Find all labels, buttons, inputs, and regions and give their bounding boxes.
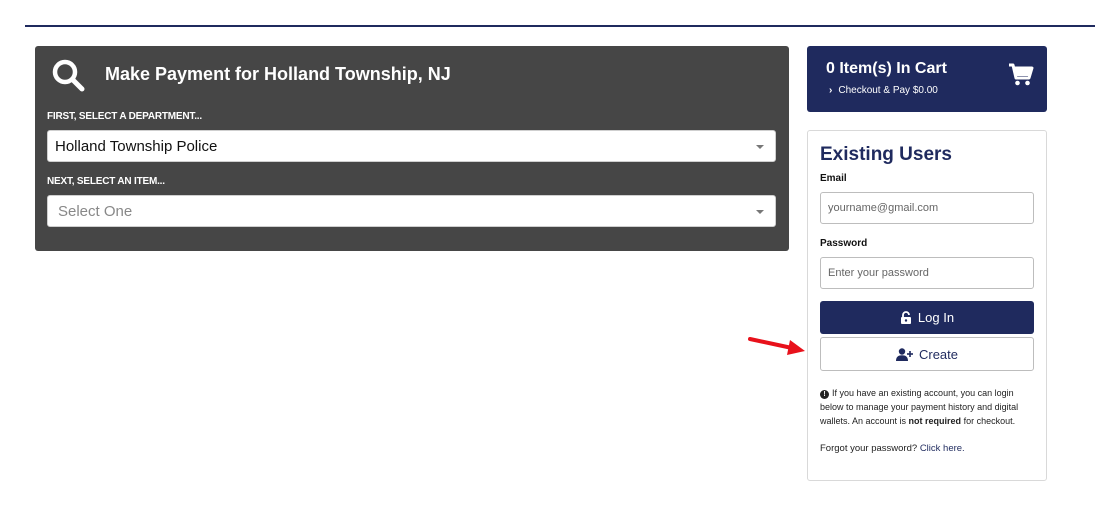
cart-icon[interactable] [1008,63,1034,87]
existing-users-title: Existing Users [820,144,952,165]
department-select-value: Holland Township Police [55,138,218,155]
payment-panel: Make Payment for Holland Township, NJ FI… [35,46,789,251]
account-info-text: ! If you have an existing account, you ca… [820,386,1036,428]
create-account-button[interactable]: Create [820,337,1034,371]
login-button[interactable]: Log In [820,301,1034,334]
cart-count: 0 Item(s) In Cart [826,60,947,77]
password-field[interactable] [820,257,1034,289]
email-label: Email [820,173,847,184]
cart-panel[interactable]: 0 Item(s) In Cart › Checkout & Pay $0.00 [807,46,1047,112]
payment-title: Make Payment for Holland Township, NJ [105,64,451,84]
caret-down-icon [756,145,764,149]
info-text-part2: for checkout. [961,416,1016,426]
user-plus-icon [895,347,913,361]
department-select[interactable]: Holland Township Police [47,130,776,162]
lock-icon [900,311,911,324]
password-label: Password [820,238,868,249]
department-step-label: FIRST, SELECT A DEPARTMENT... [47,111,202,122]
email-field[interactable] [820,192,1034,224]
chevron-right-icon: › [829,85,833,96]
item-step-label: NEXT, SELECT AN ITEM... [47,176,165,187]
existing-users-panel: Existing Users Email Password Log In Cre… [807,130,1047,481]
create-button-label: Create [918,346,959,362]
info-text-bold: not required [908,416,962,426]
forgot-password-line: Forgot your password? Click here. [820,443,965,454]
item-select-value: Select One [58,203,133,220]
info-icon: ! [820,390,829,399]
red-arrow-annotation [748,337,805,355]
forgot-password-text: Forgot your password? [820,443,918,454]
top-divider [25,25,1095,27]
forgot-password-link[interactable]: Click here. [920,443,965,454]
login-button-label: Log In [917,310,955,325]
checkout-label: Checkout & Pay $0.00 [838,85,938,96]
checkout-link[interactable]: › Checkout & Pay $0.00 [829,85,938,96]
caret-down-icon [756,210,764,214]
search-icon [52,59,85,92]
item-select[interactable]: Select One [47,195,776,227]
